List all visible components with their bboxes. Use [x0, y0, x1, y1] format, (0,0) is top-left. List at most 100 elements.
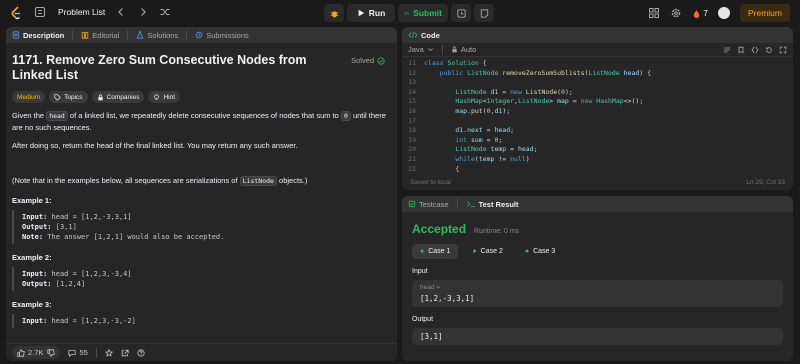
line-source: HashMap<Integer,ListNode> map = new Hash… [455, 97, 644, 106]
case-tab-1[interactable]: ● Case 1 [412, 244, 459, 259]
text-span: of a linked list, we repeatedly delete c… [67, 111, 341, 120]
example-input: head = [1,2,-3,3,1] [51, 213, 132, 221]
topics-label: Topics [64, 93, 83, 101]
tab-testcase[interactable]: Testcase [408, 200, 449, 209]
reset-icon[interactable] [765, 46, 773, 54]
tab-submissions-label: Submissions [206, 30, 249, 40]
maximize-icon[interactable] [779, 46, 787, 54]
code-line[interactable]: 12 public ListNode removeZeroSumSublists… [402, 69, 793, 79]
code-line[interactable]: 13 [402, 78, 793, 88]
timer-button[interactable] [451, 4, 471, 22]
submit-label: Submit [413, 8, 442, 18]
tab-divider [72, 30, 74, 40]
example-line: Input: head = [1,2,-3,3,1] [22, 212, 383, 222]
example-line: Note: The answer [1,2,1] would also be a… [22, 232, 383, 242]
streak-counter[interactable]: 7 [692, 8, 708, 19]
tab-solutions[interactable]: Solutions [136, 31, 178, 40]
check-circle-icon [377, 56, 385, 65]
leetcode-logo[interactable] [10, 6, 22, 20]
like-count: 2.7K [28, 348, 44, 357]
tab-editorial[interactable]: Editorial [81, 31, 119, 40]
comment-count: 55 [79, 348, 88, 357]
code-line[interactable]: 17 [402, 117, 793, 127]
bookmark-icon[interactable] [737, 46, 745, 54]
lightbulb-icon [154, 93, 160, 100]
tab-submissions[interactable]: Submissions [195, 31, 249, 40]
shuffle-icon[interactable] [159, 6, 171, 18]
align-lines-icon[interactable] [723, 46, 731, 54]
companies-label: Companies [106, 93, 140, 101]
code-line[interactable]: 18 d1.next = head; [402, 126, 793, 136]
case-label: Case 3 [533, 248, 556, 255]
braces-icon[interactable] [751, 46, 759, 54]
comments-button[interactable]: 55 [68, 348, 88, 357]
alarm-clock-icon [456, 8, 466, 18]
run-button[interactable]: Run [347, 4, 395, 22]
input-key: head = [420, 284, 441, 291]
input-label: Input: [22, 213, 48, 221]
history-icon [196, 31, 203, 39]
input-section-label: Input [412, 268, 428, 275]
code-line[interactable]: 11 class Solution { [402, 59, 793, 69]
layout-icon[interactable] [648, 7, 660, 19]
code-panel: Code Java Auto 11 class Solution {12 publ… [402, 27, 793, 190]
example-line: Output: [1,2,4] [22, 279, 383, 289]
share-icon [121, 349, 129, 356]
hint-chip[interactable]: Hint [148, 91, 181, 103]
problem-title[interactable]: 1171. Remove Zero Sum Consecutive Nodes … [12, 53, 342, 83]
companies-chip[interactable]: Companies [91, 91, 145, 103]
debug-button[interactable] [324, 4, 344, 22]
chevron-left-icon[interactable] [115, 6, 127, 18]
tag-icon [54, 93, 61, 101]
topics-chip[interactable]: Topics [49, 91, 88, 103]
problem-list-link[interactable]: Problem List [58, 7, 105, 17]
line-number: 16 [408, 106, 416, 115]
case-tab-3[interactable]: ● Case 3 [517, 244, 563, 259]
like-button[interactable]: 2.7K [17, 348, 43, 357]
description-paragraph-2: After doing so, return the head of the f… [12, 141, 298, 150]
chevron-right-icon[interactable] [137, 6, 149, 18]
line-number: 22 [408, 164, 416, 172]
example-line: Output: [3,1] [22, 222, 383, 232]
toolbar-divider [441, 44, 443, 55]
code-line[interactable]: 15 HashMap<Integer,ListNode> map = new H… [402, 97, 793, 107]
help-button[interactable] [137, 348, 145, 357]
lock-icon [97, 94, 103, 100]
code-line[interactable]: 16 map.put(0,d1); [402, 107, 793, 117]
tab-code[interactable]: Code [408, 31, 440, 40]
example-line: Input: head = [1,2,3,-3,4] [22, 269, 383, 279]
tab-editorial-label: Editorial [92, 30, 120, 40]
chevron-down-icon [427, 48, 433, 52]
favorite-button[interactable] [104, 348, 113, 357]
language-select[interactable]: Java [408, 45, 434, 54]
share-button[interactable] [121, 349, 129, 357]
example-3-block: Input: head = [1,2,3,-3,-2] [12, 314, 391, 328]
cursor-position: Ln 29, Col 33 [746, 178, 785, 186]
tab-test-result[interactable]: Test Result [466, 200, 518, 209]
code-editor[interactable]: 11 class Solution {12 public ListNode rem… [402, 57, 793, 172]
avatar[interactable] [717, 7, 730, 19]
line-number: 14 [408, 87, 416, 96]
notes-button[interactable] [474, 4, 494, 22]
case-tab-2[interactable]: ● Case 2 [464, 244, 510, 259]
question-circle-icon [137, 348, 145, 357]
line-source: public ListNode removeZeroSumSublists(Li… [439, 68, 652, 77]
auto-mode-toggle[interactable]: Auto [451, 45, 476, 54]
solved-label: Solved [351, 56, 374, 65]
code-line[interactable]: 21 while(temp != null) [402, 155, 793, 165]
code-line[interactable]: 20 ListNode temp = head; [402, 145, 793, 155]
code-line[interactable]: 19 int sum = 0; [402, 136, 793, 146]
submit-button[interactable]: Submit [398, 4, 448, 22]
bug-icon [330, 10, 338, 17]
list-icon[interactable] [34, 6, 46, 18]
dislike-button[interactable] [47, 348, 56, 357]
output-label: Output: [22, 280, 52, 288]
premium-button[interactable]: Premium [739, 4, 790, 22]
code-line[interactable]: 14 ListNode d1 = new ListNode(0); [402, 88, 793, 98]
tab-description[interactable]: Description [12, 31, 64, 40]
code-line[interactable]: 22 { [402, 165, 793, 172]
tab-divider [456, 199, 458, 209]
code-tabbar: Code [402, 27, 793, 43]
gear-icon[interactable] [670, 7, 682, 19]
output-section-label: Output [412, 316, 434, 323]
